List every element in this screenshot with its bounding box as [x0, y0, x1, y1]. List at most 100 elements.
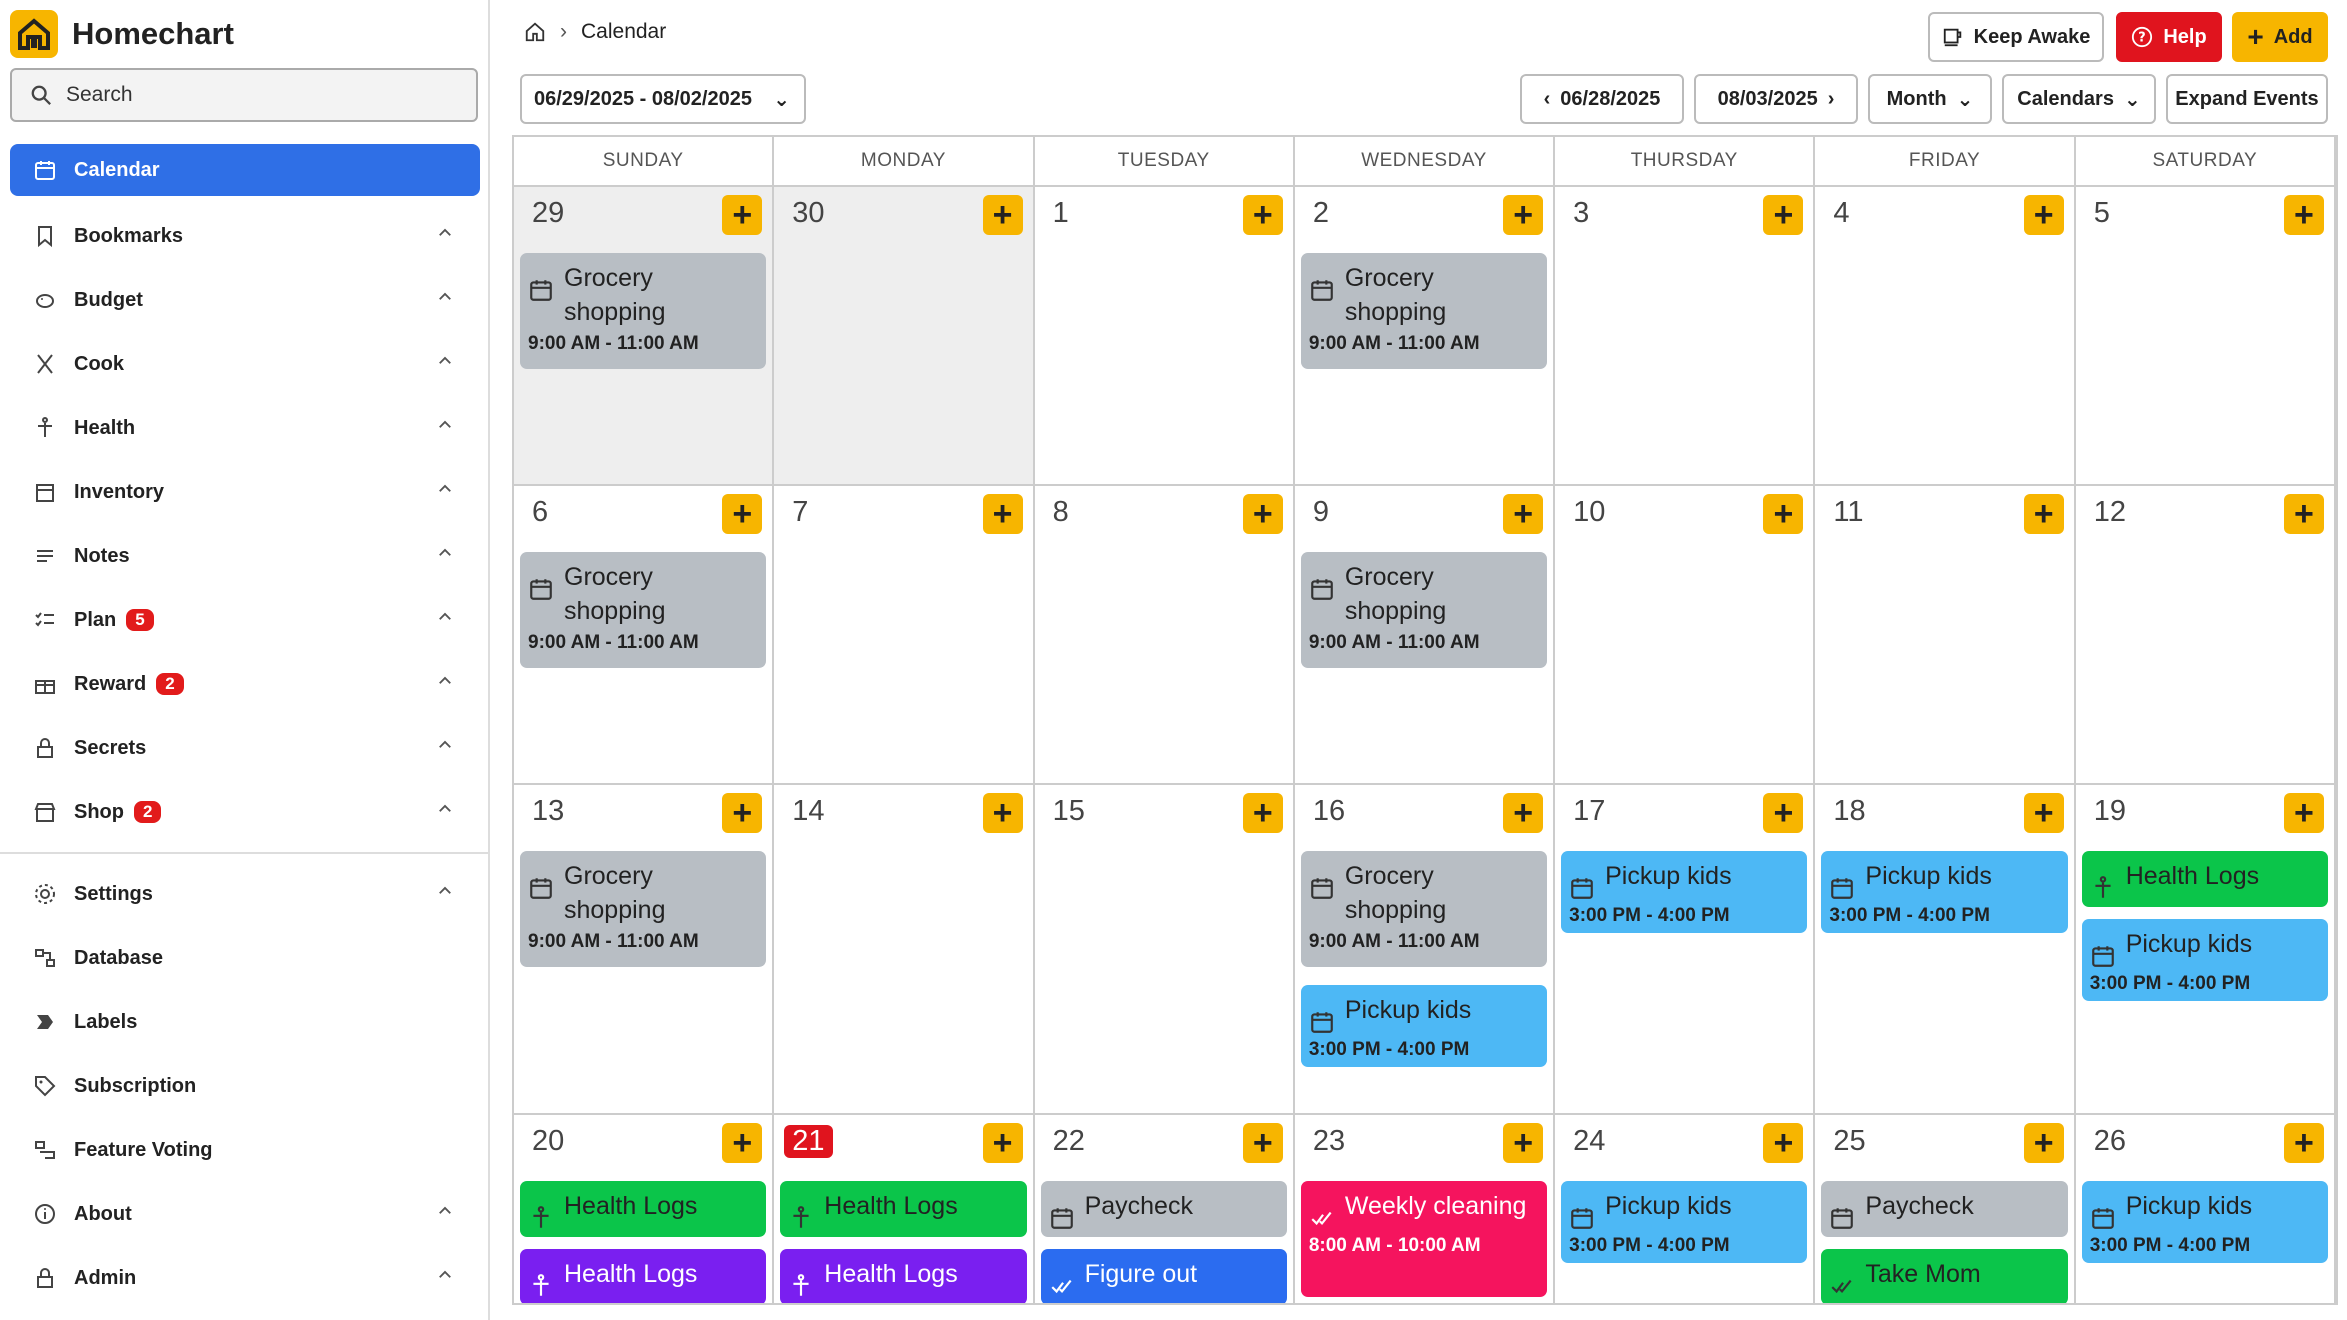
add-event-button[interactable]: + [1503, 195, 1544, 235]
calendar-day-cell[interactable]: 21 + Health Logs Health Logs [774, 1115, 1035, 1303]
chevron-up-icon[interactable] [436, 882, 454, 906]
calendar-day-cell[interactable]: 23 + Weekly cleaning 8:00 AM - 10:00 AM [1295, 1115, 1556, 1303]
chevron-up-icon[interactable] [436, 352, 454, 376]
calendar-event[interactable]: Pickup kids 3:00 PM - 4:00 PM [1561, 851, 1808, 933]
search-input[interactable]: Search [10, 68, 478, 122]
sidebar-item-calendar[interactable]: Calendar [10, 144, 480, 196]
calendar-event[interactable]: Paycheck [1821, 1181, 2068, 1237]
sidebar-item-database[interactable]: Database [0, 926, 488, 990]
calendar-event[interactable]: Pickup kids 3:00 PM - 4:00 PM [1561, 1181, 1808, 1263]
chevron-up-icon[interactable] [436, 1266, 454, 1290]
calendar-event[interactable]: Grocery shopping 9:00 AM - 11:00 AM [520, 851, 767, 967]
calendar-day-cell[interactable]: 22 + Paycheck Figure out [1035, 1115, 1295, 1303]
sidebar-item-health[interactable]: Health [0, 396, 488, 460]
add-event-button[interactable]: + [2023, 195, 2064, 235]
calendar-day-cell[interactable]: 12 + [2076, 486, 2336, 783]
calendar-event[interactable]: Pickup kids 3:00 PM - 4:00 PM [2081, 1181, 2328, 1263]
sidebar-item-admin[interactable]: Admin [0, 1246, 488, 1310]
calendar-day-cell[interactable]: 25 + Paycheck Take Mom [1815, 1115, 2076, 1303]
calendar-day-cell[interactable]: 29 + Grocery shopping 9:00 AM - 11:00 AM [514, 187, 775, 484]
chevron-up-icon[interactable] [436, 736, 454, 760]
add-event-button[interactable]: + [722, 494, 763, 534]
date-range-dropdown[interactable]: 06/29/2025 - 08/02/2025 ⌄ [520, 74, 806, 124]
calendar-day-cell[interactable]: 15 + [1035, 785, 1295, 1113]
calendar-day-cell[interactable]: 14 + [774, 785, 1035, 1113]
sidebar-item-secrets[interactable]: Secrets [0, 716, 488, 780]
add-event-button[interactable]: + [2283, 494, 2324, 534]
calendar-event[interactable]: Grocery shopping 9:00 AM - 11:00 AM [520, 552, 767, 668]
chevron-up-icon[interactable] [436, 480, 454, 504]
calendar-day-cell[interactable]: 30 + [774, 187, 1035, 484]
add-event-button[interactable]: + [722, 1123, 763, 1163]
calendar-day-cell[interactable]: 8 + [1035, 486, 1295, 783]
add-event-button[interactable]: + [1763, 195, 1804, 235]
chevron-up-icon[interactable] [436, 544, 454, 568]
next-date-button[interactable]: 08/03/2025 › [1694, 74, 1858, 124]
calendar-event[interactable]: Health Logs [780, 1249, 1027, 1303]
calendar-event[interactable]: Pickup kids 3:00 PM - 4:00 PM [2081, 919, 2328, 1001]
calendar-event[interactable]: Health Logs [2081, 851, 2328, 907]
calendar-day-cell[interactable]: 13 + Grocery shopping 9:00 AM - 11:00 AM [514, 785, 775, 1113]
sidebar-item-shop[interactable]: Shop 2 [0, 780, 488, 844]
add-event-button[interactable]: + [1242, 793, 1283, 833]
calendar-event[interactable]: Pickup kids 3:00 PM - 4:00 PM [1821, 851, 2068, 933]
calendar-day-cell[interactable]: 24 + Pickup kids 3:00 PM - 4:00 PM [1555, 1115, 1816, 1303]
add-event-button[interactable]: + [1503, 1123, 1544, 1163]
sidebar-item-install-app[interactable]: Install App [0, 1310, 488, 1320]
chevron-up-icon[interactable] [436, 1202, 454, 1226]
sidebar-item-reward[interactable]: Reward 2 [0, 652, 488, 716]
add-event-button[interactable]: + [722, 793, 763, 833]
calendar-day-cell[interactable]: 11 + [1815, 486, 2076, 783]
calendar-event[interactable]: Weekly cleaning 8:00 AM - 10:00 AM [1300, 1181, 1548, 1297]
calendar-event[interactable]: Pickup kids 3:00 PM - 4:00 PM [1300, 985, 1548, 1067]
sidebar-item-feature-voting[interactable]: Feature Voting [0, 1118, 488, 1182]
calendar-day-cell[interactable]: 9 + Grocery shopping 9:00 AM - 11:00 AM [1295, 486, 1556, 783]
calendar-event[interactable]: Take Mom [1821, 1249, 2068, 1303]
add-event-button[interactable]: + [1242, 195, 1283, 235]
calendar-day-cell[interactable]: 5 + [2076, 187, 2336, 484]
add-event-button[interactable]: + [2283, 1123, 2324, 1163]
add-event-button[interactable]: + [2023, 1123, 2064, 1163]
calendar-day-cell[interactable]: 3 + [1555, 187, 1816, 484]
calendar-event[interactable]: Health Logs [520, 1249, 767, 1303]
calendar-day-cell[interactable]: 2 + Grocery shopping 9:00 AM - 11:00 AM [1295, 187, 1556, 484]
calendar-event[interactable]: Paycheck [1040, 1181, 1287, 1237]
add-event-button[interactable]: + [982, 793, 1023, 833]
chevron-up-icon[interactable] [436, 416, 454, 440]
calendar-day-cell[interactable]: 16 + Grocery shopping 9:00 AM - 11:00 AM Pic… [1295, 785, 1556, 1113]
add-event-button[interactable]: + [2283, 793, 2324, 833]
calendar-day-cell[interactable]: 7 + [774, 486, 1035, 783]
brand[interactable]: Homechart [10, 10, 234, 58]
add-event-button[interactable]: + [982, 494, 1023, 534]
calendar-event[interactable]: Health Logs [780, 1181, 1027, 1237]
sidebar-item-plan[interactable]: Plan 5 [0, 588, 488, 652]
chevron-up-icon[interactable] [436, 224, 454, 248]
calendar-event[interactable]: Grocery shopping 9:00 AM - 11:00 AM [1300, 552, 1548, 668]
calendar-day-cell[interactable]: 6 + Grocery shopping 9:00 AM - 11:00 AM [514, 486, 775, 783]
sidebar-item-bookmarks[interactable]: Bookmarks [0, 204, 488, 268]
add-event-button[interactable]: + [1503, 793, 1544, 833]
add-event-button[interactable]: + [982, 1123, 1023, 1163]
chevron-up-icon[interactable] [436, 800, 454, 824]
add-event-button[interactable]: + [2023, 494, 2064, 534]
keep-awake-button[interactable]: Keep Awake [1928, 12, 2104, 62]
chevron-up-icon[interactable] [436, 288, 454, 312]
add-event-button[interactable]: + [1763, 494, 1804, 534]
calendar-event[interactable]: Grocery shopping 9:00 AM - 11:00 AM [1300, 851, 1548, 967]
calendar-day-cell[interactable]: 17 + Pickup kids 3:00 PM - 4:00 PM [1555, 785, 1816, 1113]
calendar-event[interactable]: Grocery shopping 9:00 AM - 11:00 AM [1300, 253, 1548, 369]
chevron-up-icon[interactable] [436, 608, 454, 632]
sidebar-item-cook[interactable]: Cook [0, 332, 488, 396]
calendar-day-cell[interactable]: 10 + [1555, 486, 1816, 783]
view-dropdown[interactable]: Month ⌄ [1868, 74, 1992, 124]
calendar-event[interactable]: Grocery shopping 9:00 AM - 11:00 AM [520, 253, 767, 369]
sidebar-item-settings[interactable]: Settings [0, 862, 488, 926]
add-event-button[interactable]: + [982, 195, 1023, 235]
calendars-dropdown[interactable]: Calendars ⌄ [2002, 74, 2156, 124]
previous-date-button[interactable]: ‹ 06/28/2025 [1520, 74, 1684, 124]
calendar-day-cell[interactable]: 1 + [1035, 187, 1295, 484]
add-event-button[interactable]: + [2023, 793, 2064, 833]
calendar-day-cell[interactable]: 4 + [1815, 187, 2076, 484]
calendar-event[interactable]: Figure out [1040, 1249, 1287, 1303]
add-event-button[interactable]: + [2283, 195, 2324, 235]
